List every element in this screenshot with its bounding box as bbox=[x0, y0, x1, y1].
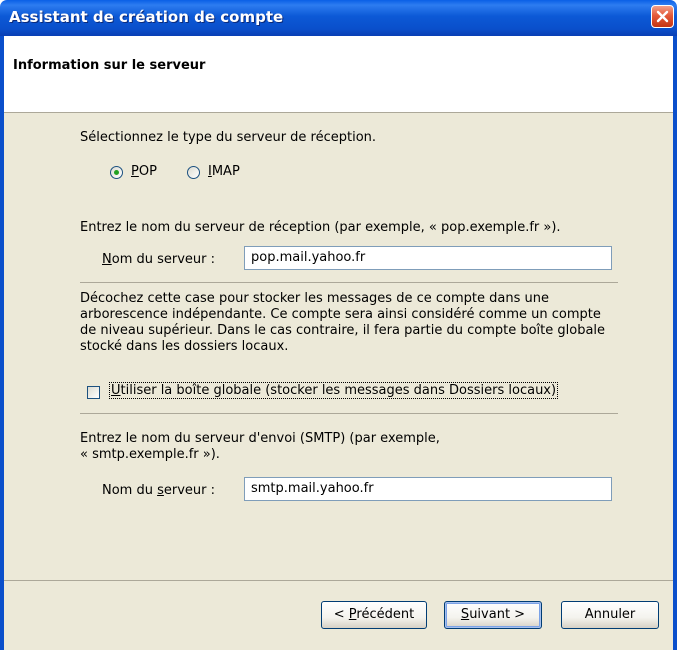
account-wizard-window: Assistant de création de compte Informat… bbox=[0, 0, 677, 650]
incoming-server-input[interactable]: pop.mail.yahoo.fr bbox=[244, 246, 612, 270]
close-button[interactable] bbox=[651, 5, 674, 28]
cancel-button[interactable]: Annuler bbox=[561, 601, 659, 629]
next-button[interactable]: Suivant > bbox=[444, 601, 542, 629]
global-inbox-checkbox-label[interactable]: Utiliser la boîte globale (stocker les m… bbox=[108, 382, 559, 399]
radio-imap-label[interactable]: IMAP bbox=[208, 164, 240, 179]
section-divider-2 bbox=[80, 413, 618, 414]
outgoing-server-hint-line1: Entrez le nom du serveur d'envoi (SMTP) … bbox=[80, 431, 440, 446]
radio-pop-label[interactable]: POP bbox=[131, 164, 157, 179]
wizard-header: Information sur le serveur bbox=[4, 36, 673, 112]
wizard-content: Sélectionnez le type du serveur de récep… bbox=[4, 113, 673, 580]
window-title: Assistant de création de compte bbox=[9, 8, 284, 26]
outgoing-server-label: Nom du serveur : bbox=[102, 483, 216, 498]
section-divider-1 bbox=[80, 282, 618, 283]
wizard-footer: < Précédent Suivant > Annuler bbox=[4, 581, 673, 650]
global-inbox-checkbox[interactable] bbox=[87, 386, 100, 399]
outgoing-server-input[interactable]: smtp.mail.yahoo.fr bbox=[244, 477, 612, 501]
radio-imap[interactable] bbox=[187, 166, 200, 179]
global-inbox-description: Décochez cette case pour stocker les mes… bbox=[80, 291, 606, 354]
radio-pop[interactable] bbox=[110, 166, 123, 179]
incoming-server-hint: Entrez le nom du serveur de réception (p… bbox=[80, 220, 561, 235]
page-title: Information sur le serveur bbox=[13, 58, 206, 73]
close-icon bbox=[656, 10, 669, 23]
back-button[interactable]: < Précédent bbox=[321, 601, 427, 629]
radio-selected-dot bbox=[114, 170, 119, 175]
server-type-prompt: Sélectionnez le type du serveur de récep… bbox=[80, 130, 377, 145]
incoming-server-label: Nom du serveur : bbox=[102, 252, 216, 267]
window-border-right bbox=[673, 36, 677, 650]
title-bar[interactable]: Assistant de création de compte bbox=[0, 0, 677, 36]
outgoing-server-hint-line2: « smtp.exemple.fr »). bbox=[80, 447, 220, 462]
